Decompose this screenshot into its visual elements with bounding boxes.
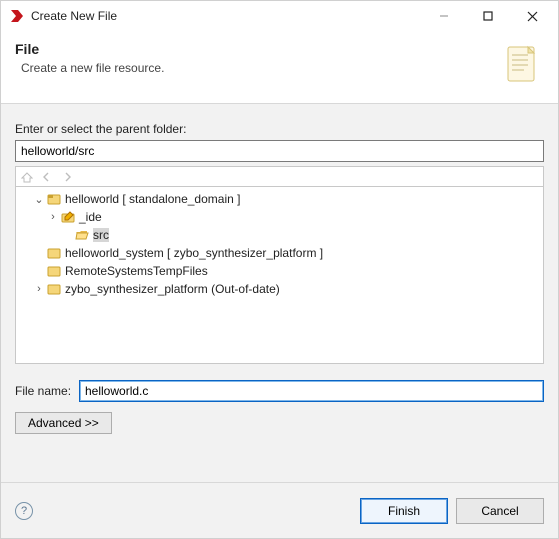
cancel-button[interactable]: Cancel xyxy=(456,498,544,524)
tree-item-src[interactable]: src xyxy=(18,226,541,244)
new-file-banner-icon xyxy=(500,41,544,89)
tree-item-remote-temp[interactable]: RemoteSystemsTempFiles xyxy=(18,262,541,280)
tree-item-label: helloworld [ standalone_domain ] xyxy=(65,192,240,206)
project-icon xyxy=(46,263,62,279)
tree-toolbar xyxy=(15,166,544,186)
app-icon xyxy=(9,8,25,24)
back-icon[interactable] xyxy=(39,169,55,185)
minimize-button[interactable] xyxy=(422,2,466,30)
tree-item-label: src xyxy=(93,228,109,242)
window-title: Create New File xyxy=(31,9,422,23)
close-button[interactable] xyxy=(510,2,554,30)
filename-input[interactable] xyxy=(79,380,544,402)
dialog-header: File Create a new file resource. xyxy=(1,31,558,104)
project-icon xyxy=(46,191,62,207)
help-icon[interactable]: ? xyxy=(15,502,33,520)
filename-label: File name: xyxy=(15,384,79,398)
expand-toggle-icon[interactable]: › xyxy=(32,283,46,295)
home-icon[interactable] xyxy=(19,169,35,185)
finish-button[interactable]: Finish xyxy=(360,498,448,524)
maximize-button[interactable] xyxy=(466,2,510,30)
advanced-button[interactable]: Advanced >> xyxy=(15,412,112,434)
page-subtitle: Create a new file resource. xyxy=(21,61,500,75)
page-title: File xyxy=(15,41,500,57)
tree-item-label: RemoteSystemsTempFiles xyxy=(65,264,208,278)
tree-item-ide[interactable]: › _ide xyxy=(18,208,541,226)
project-icon xyxy=(46,245,62,261)
expand-toggle-icon[interactable]: ⌄ xyxy=(32,193,46,206)
project-icon xyxy=(46,281,62,297)
forward-icon[interactable] xyxy=(59,169,75,185)
tree-item-label: _ide xyxy=(79,210,102,224)
parent-folder-input[interactable] xyxy=(15,140,544,162)
tree-item-label: zybo_synthesizer_platform (Out-of-date) xyxy=(65,282,280,296)
folder-open-icon xyxy=(74,227,90,243)
folder-tree[interactable]: ⌄ helloworld [ standalone_domain ] › _id… xyxy=(15,186,544,364)
tree-item-label: helloworld_system [ zybo_synthesizer_pla… xyxy=(65,246,323,260)
tree-item-helloworld-system[interactable]: helloworld_system [ zybo_synthesizer_pla… xyxy=(18,244,541,262)
dialog-footer: ? Finish Cancel xyxy=(1,482,558,538)
dialog-body: Enter or select the parent folder: ⌄ hel… xyxy=(1,104,558,482)
parent-folder-label: Enter or select the parent folder: xyxy=(15,122,544,136)
tree-item-helloworld[interactable]: ⌄ helloworld [ standalone_domain ] xyxy=(18,190,541,208)
expand-toggle-icon[interactable]: › xyxy=(46,211,60,223)
tree-item-zybo-platform[interactable]: › zybo_synthesizer_platform (Out-of-date… xyxy=(18,280,541,298)
titlebar: Create New File xyxy=(1,1,558,31)
folder-edit-icon xyxy=(60,209,76,225)
